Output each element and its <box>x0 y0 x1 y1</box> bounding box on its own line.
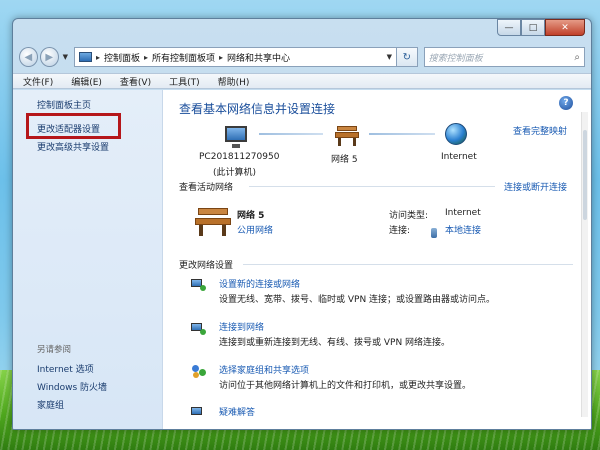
section-divider <box>249 186 495 187</box>
task-link-setup-new-connection[interactable]: 设置新的连接或网络 <box>219 277 300 290</box>
menu-file[interactable]: 文件(F) <box>23 75 53 88</box>
menu-help[interactable]: 帮助(H) <box>218 75 250 88</box>
page-title: 查看基本网络信息并设置连接 <box>179 102 336 116</box>
task-link-homegroup-sharing[interactable]: 选择家庭组和共享选项 <box>219 363 309 376</box>
menu-bar: 文件(F) 编辑(E) 查看(V) 工具(T) 帮助(H) <box>13 73 591 89</box>
address-dropdown-arrow[interactable]: ▼ <box>387 53 392 61</box>
active-network-name: 网络 5 <box>237 211 265 221</box>
menu-view[interactable]: 查看(V) <box>120 75 151 88</box>
computer-sub-label: (此计算机) <box>213 168 257 178</box>
breadcrumb-control-panel[interactable]: 控制面板 <box>104 51 140 64</box>
back-arrow-icon: ◀ <box>24 51 33 63</box>
maximize-button[interactable]: □ <box>521 19 545 36</box>
local-connection-link[interactable]: 本地连接 <box>445 223 481 236</box>
sidebar: 控制面板主页 更改适配器设置 更改高级共享设置 另请参阅 Internet 选项… <box>13 90 163 429</box>
view-full-map-link[interactable]: 查看完整映射 <box>513 124 567 137</box>
breadcrumb-all-items[interactable]: 所有控制面板项 <box>152 51 215 64</box>
scrollbar-thumb[interactable] <box>583 130 587 220</box>
connect-to-network-icon <box>191 322 207 336</box>
navigation-bar: ◀ ▶ ▼ ▸ 控制面板 ▸ 所有控制面板项 ▸ 网络和共享中心 ▼ ↻ 搜索控… <box>19 44 585 70</box>
connect-disconnect-link[interactable]: 连接或断开连接 <box>504 180 567 193</box>
menu-tools[interactable]: 工具(T) <box>169 75 200 88</box>
connection-line <box>259 133 323 135</box>
sidebar-item-control-panel-home[interactable]: 控制面板主页 <box>37 98 91 111</box>
task-desc-homegroup-sharing: 访问位于其他网络计算机上的文件和打印机，或更改共享设置。 <box>219 381 472 391</box>
public-network-icon <box>195 208 231 236</box>
task-link-troubleshoot[interactable]: 疑难解答 <box>219 405 255 418</box>
connection-label: 连接: <box>389 226 411 236</box>
task-link-connect-to-network[interactable]: 连接到网络 <box>219 320 264 333</box>
crumb-separator[interactable]: ▸ <box>219 53 223 62</box>
task-desc-connect-to-network: 连接到或重新连接到无线、有线、拨号或 VPN 网络连接。 <box>219 338 451 348</box>
connection-line <box>369 133 435 135</box>
internet-label: Internet <box>441 152 477 162</box>
access-type-value: Internet <box>445 208 481 218</box>
homegroup-icon <box>191 364 207 378</box>
menu-edit[interactable]: 编辑(E) <box>71 75 102 88</box>
search-icon[interactable]: ⌕ <box>574 52 580 63</box>
content-area: 控制面板主页 更改适配器设置 更改高级共享设置 另请参阅 Internet 选项… <box>13 90 591 429</box>
control-panel-icon <box>78 52 92 62</box>
search-input[interactable]: 搜索控制面板 <box>429 51 575 64</box>
main-panel: ? 查看基本网络信息并设置连接 查看完整映射 PC201811270950 (此… <box>163 90 591 429</box>
help-icon[interactable]: ? <box>559 96 573 110</box>
computer-name-label: PC201811270950 <box>199 152 280 162</box>
sidebar-item-homegroup[interactable]: 家庭组 <box>37 398 64 411</box>
address-bar[interactable]: ▸ 控制面板 ▸ 所有控制面板项 ▸ 网络和共享中心 ▼ <box>73 47 397 67</box>
active-networks-header: 查看活动网络 <box>179 183 234 193</box>
access-type-label: 访问类型: <box>389 211 429 221</box>
crumb-separator[interactable]: ▸ <box>144 53 148 62</box>
public-network-bench-icon <box>335 126 359 146</box>
recent-pages-dropdown[interactable]: ▼ <box>61 53 70 61</box>
task-desc-setup-new-connection: 设置无线、宽带、拨号、临时或 VPN 连接；或设置路由器或访问点。 <box>219 295 496 305</box>
change-settings-header: 更改网络设置 <box>179 261 234 271</box>
refresh-button[interactable]: ↻ <box>396 47 418 67</box>
new-connection-icon <box>191 278 207 292</box>
minimize-button[interactable]: — <box>497 19 521 36</box>
window-caption-buttons: — □ ✕ <box>497 19 585 36</box>
breadcrumb-network-center[interactable]: 网络和共享中心 <box>227 51 290 64</box>
network-sharing-center-window: — □ ✕ ◀ ▶ ▼ ▸ 控制面板 ▸ 所有控制面板项 ▸ 网络和共享中心 ▼… <box>12 18 592 430</box>
refresh-icon: ↻ <box>402 51 411 63</box>
network-type-link[interactable]: 公用网络 <box>237 223 273 236</box>
internet-globe-icon[interactable] <box>445 123 467 145</box>
network-name-label: 网络 5 <box>331 155 358 165</box>
close-button[interactable]: ✕ <box>545 19 585 36</box>
sidebar-item-internet-options[interactable]: Internet 选项 <box>37 362 94 375</box>
section-divider <box>243 264 573 265</box>
troubleshoot-icon <box>191 406 207 420</box>
sidebar-item-windows-firewall[interactable]: Windows 防火墙 <box>37 380 107 393</box>
sidebar-item-advanced-sharing[interactable]: 更改高级共享设置 <box>37 140 109 153</box>
see-also-header: 另请参阅 <box>37 345 72 355</box>
search-box[interactable]: 搜索控制面板 ⌕ <box>423 47 585 67</box>
back-button[interactable]: ◀ <box>19 47 38 67</box>
computer-icon <box>225 126 247 148</box>
crumb-separator[interactable]: ▸ <box>96 53 100 62</box>
vertical-scrollbar[interactable] <box>581 112 588 417</box>
sidebar-item-change-adapter-settings[interactable]: 更改适配器设置 <box>37 122 100 135</box>
forward-button[interactable]: ▶ <box>39 47 59 67</box>
forward-arrow-icon: ▶ <box>45 51 54 63</box>
local-connection-icon <box>431 228 437 238</box>
